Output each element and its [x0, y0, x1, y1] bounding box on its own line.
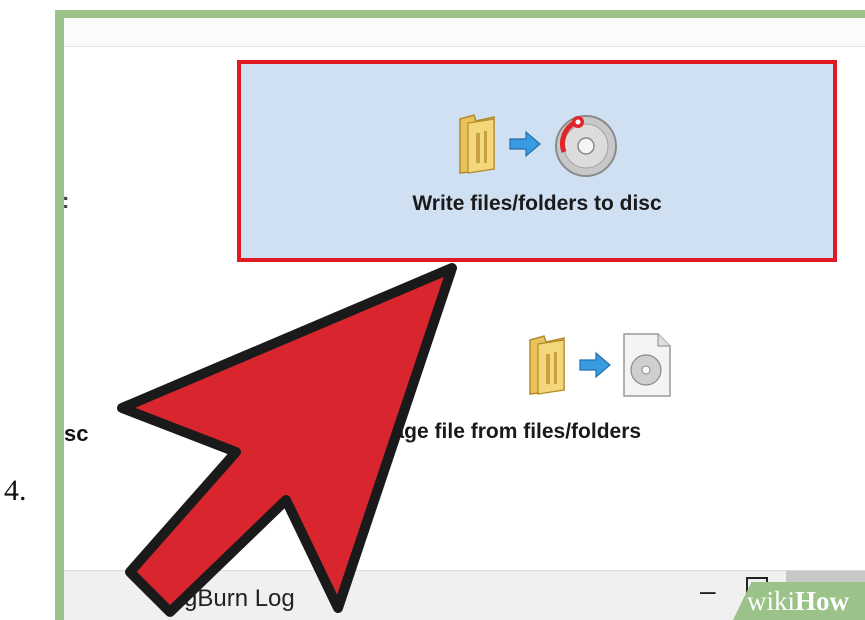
imgburn-window: : sc Write files/folders to disc	[64, 18, 865, 620]
minimize-button[interactable]: –	[700, 577, 722, 607]
create-image-label: image file from files/folders	[368, 420, 642, 443]
step-number: 4.	[4, 474, 27, 507]
disc-burn-icon	[555, 115, 617, 177]
watermark-how: How	[795, 586, 850, 616]
image-icons	[354, 332, 844, 398]
log-title: gBurn Log	[184, 585, 295, 612]
wikihow-watermark: wikiHow	[733, 582, 865, 620]
arrow-right-icon	[579, 351, 611, 379]
watermark-text: wikiHow	[747, 586, 849, 617]
write-icons	[241, 108, 833, 180]
image-file-icon	[623, 333, 671, 397]
left-cut-label: sc	[64, 421, 89, 446]
left-cut-text: :	[64, 188, 69, 214]
window-top-strip	[64, 18, 865, 47]
watermark-wiki: wiki	[747, 586, 796, 616]
write-files-label: Write files/folders to disc	[412, 192, 662, 215]
arrow-right-icon	[509, 130, 541, 158]
create-image-file-button[interactable]: image file from files/folders	[368, 328, 844, 478]
folder-icon	[459, 114, 495, 174]
folder-icon	[529, 335, 565, 395]
write-files-to-disc-button[interactable]: Write files/folders to disc	[237, 60, 837, 262]
